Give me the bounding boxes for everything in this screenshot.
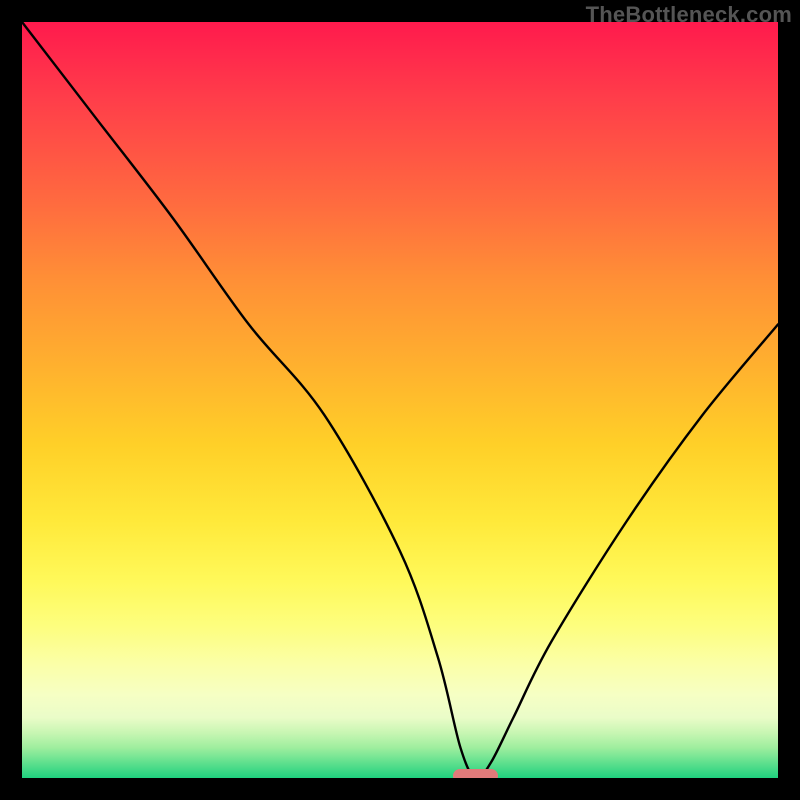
- watermark-text: TheBottleneck.com: [586, 2, 792, 28]
- plot-area: [22, 22, 778, 778]
- bottleneck-curve: [22, 22, 778, 778]
- optimum-marker: [453, 769, 498, 778]
- chart-frame: TheBottleneck.com: [0, 0, 800, 800]
